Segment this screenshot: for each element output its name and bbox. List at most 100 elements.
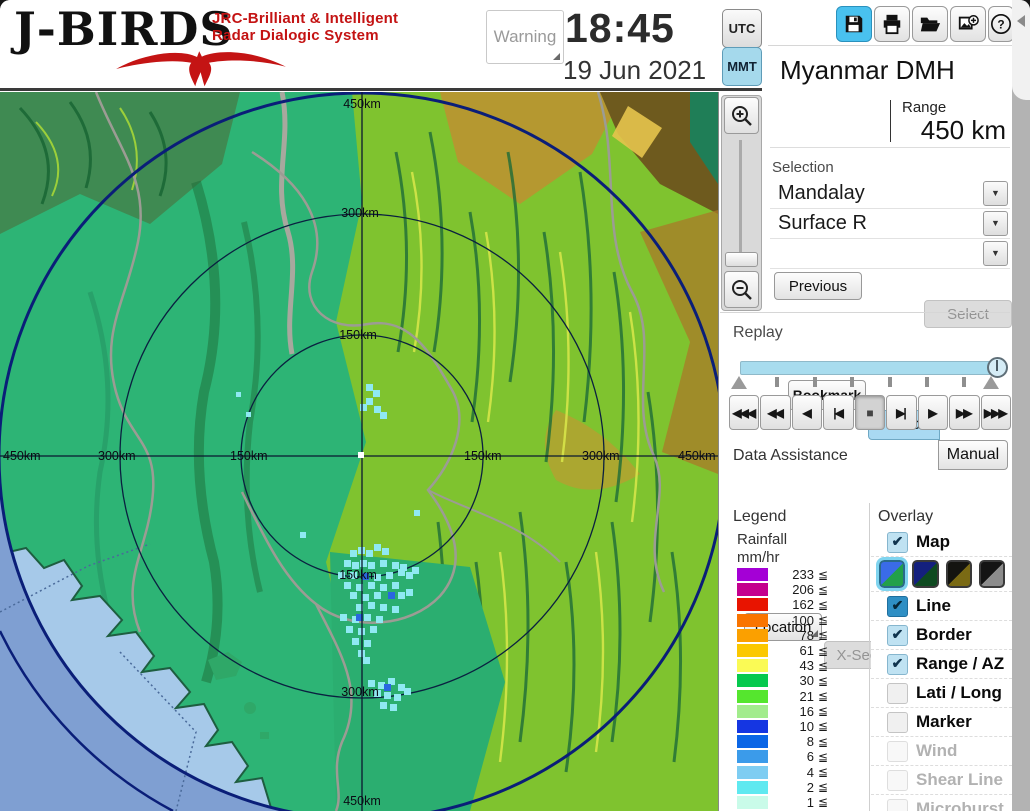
slider-tick — [775, 377, 779, 387]
select-product[interactable]: Surface R ▼ — [770, 208, 1010, 239]
stop-button[interactable]: ■ — [854, 395, 886, 430]
legend-suffix: ≦ — [818, 719, 829, 734]
legend-color-swatch — [737, 750, 768, 764]
checkbox-icon[interactable]: ✔ — [887, 653, 908, 675]
help-button[interactable]: ? — [988, 6, 1014, 42]
step-back-button[interactable]: |◀ — [823, 395, 854, 430]
range-ring-label: 150km — [339, 328, 377, 342]
legend-suffix: ≦ — [818, 704, 829, 719]
legend-color-swatch — [737, 628, 768, 642]
checkbox-icon[interactable]: ✔ — [887, 531, 908, 553]
slider-start-marker[interactable] — [731, 376, 747, 389]
overlay-item-border[interactable]: ✔ Border — [871, 620, 1012, 649]
overlay-item-map[interactable]: ✔ Map — [871, 528, 1012, 556]
play-reverse-button[interactable]: ◀ — [791, 395, 823, 430]
overlay-item-line[interactable]: ✔ Line — [871, 591, 1012, 620]
chevron-down-icon[interactable]: ▼ — [983, 210, 1008, 236]
legend-color-swatch — [737, 765, 768, 779]
chevron-down-icon[interactable]: ▼ — [983, 180, 1008, 206]
overlay-item-label: Wind — [916, 741, 958, 760]
checkbox-icon[interactable] — [887, 740, 908, 762]
select-site-value: Mandalay — [778, 181, 865, 204]
replay-slider-handle[interactable] — [987, 357, 1008, 378]
overlay-item-marker[interactable]: Marker — [871, 707, 1012, 736]
zoom-slider-track[interactable] — [739, 140, 742, 252]
legend-value: 6 — [806, 749, 814, 765]
overlay-item-label: Marker — [916, 712, 972, 731]
range-ring-label: 300km — [341, 685, 379, 699]
checkbox-icon[interactable] — [887, 798, 908, 811]
legend-suffix: ≦ — [818, 597, 829, 612]
legend-row: 10 ≦ — [737, 719, 837, 734]
checkbox-icon[interactable]: ✔ — [887, 624, 908, 646]
select-extra[interactable]: ▼ — [770, 238, 1010, 269]
chevron-down-icon[interactable]: ▼ — [983, 240, 1008, 266]
legend-title-1: Rainfall — [737, 531, 788, 548]
legend-value: 2 — [806, 779, 814, 795]
previous-button[interactable]: Previous — [774, 272, 862, 300]
checkbox-icon[interactable]: ✔ — [887, 595, 908, 617]
save-button[interactable] — [836, 6, 872, 42]
warning-button[interactable]: Warning — [486, 10, 564, 64]
slider-end-marker[interactable] — [983, 376, 999, 389]
play-button[interactable]: ▶ — [917, 395, 949, 430]
checkbox-icon[interactable] — [887, 711, 908, 733]
forward-fast-button[interactable]: ▶▶▶ — [980, 395, 1011, 430]
legend-row: 1 ≦ — [737, 795, 837, 810]
checkbox-icon[interactable] — [887, 682, 908, 704]
rewind-fast-button[interactable]: ◀◀◀ — [729, 395, 760, 430]
radar-map-canvas: 450km 300km 150km 150km 300km 450km 450km 300km… — [0, 92, 718, 811]
checkbox-icon[interactable] — [887, 769, 908, 791]
mmt-button[interactable]: MMT — [722, 47, 762, 86]
slider-tick — [813, 377, 817, 387]
select-button[interactable]: Select — [924, 300, 1012, 328]
legend-overlay-divider — [869, 503, 870, 811]
mmt-label: MMT — [727, 59, 757, 74]
open-file-button[interactable] — [912, 6, 948, 42]
overlay-item-shear-line[interactable]: Shear Line — [871, 765, 1012, 794]
legend-value: 43 — [799, 658, 814, 674]
forward-button[interactable]: ▶▶ — [949, 395, 980, 430]
eagle-icon — [116, 51, 286, 87]
previous-label: Previous — [788, 277, 848, 295]
range-label: Range — [902, 99, 947, 116]
selection-label: Selection — [772, 159, 834, 176]
panel-scroll-strip[interactable] — [1012, 0, 1030, 811]
legend-row: 100 ≦ — [737, 613, 837, 628]
map-style-dark-button[interactable] — [912, 560, 939, 588]
overlay-list: ✔ Map ✔ Line ✔ Border ✔ Range / AZ Lati / Long Ma… — [871, 528, 1012, 811]
range-ring-label: 300km — [98, 449, 136, 463]
legend-scale: 233 ≦ 206 ≦ 162 ≦ 100 ≦ 78 ≦ 61 ≦ 43 ≦ 30 ≦ 21 ≦ 16 ≦ 10 ≦ 8 ≦ 6… — [737, 567, 837, 810]
overlay-item-wind[interactable]: Wind — [871, 736, 1012, 765]
map-style-olive-button[interactable] — [945, 560, 972, 588]
map-style-gray-button[interactable] — [978, 560, 1005, 588]
map-style-color-button[interactable] — [875, 557, 909, 591]
overlay-item-microburst[interactable]: Microburst — [871, 794, 1012, 811]
manual-button[interactable]: Manual — [938, 440, 1008, 470]
zoom-slider-thumb[interactable] — [725, 252, 758, 267]
print-button[interactable] — [874, 6, 910, 42]
step-forward-button[interactable]: ▶| — [886, 395, 917, 430]
rewind-button[interactable]: ◀◀ — [760, 395, 791, 430]
capture-button[interactable] — [950, 6, 986, 42]
replay-slider-track[interactable] — [740, 361, 1004, 375]
overlay-item-lati-long[interactable]: Lati / Long — [871, 678, 1012, 707]
legend-value: 1 — [806, 794, 814, 810]
zoom-out-button[interactable] — [724, 271, 759, 308]
legend-value: 233 — [792, 567, 814, 583]
slider-tick — [962, 377, 966, 387]
utc-button[interactable]: UTC — [722, 9, 762, 48]
legend-color-swatch — [737, 583, 768, 597]
utc-label: UTC — [728, 21, 756, 36]
radar-map[interactable]: 450km 300km 150km 150km 300km 450km 450km 300km… — [0, 92, 719, 811]
help-icon: ? — [991, 14, 1011, 34]
legend-suffix: ≦ — [818, 795, 829, 810]
legend-row: 8 ≦ — [737, 734, 837, 749]
overlay-item-label: Map — [916, 532, 950, 551]
legend-color-swatch — [737, 689, 768, 703]
zoom-in-button[interactable] — [724, 97, 759, 134]
legend-color-swatch — [737, 780, 768, 794]
overlay-item-range-az[interactable]: ✔ Range / AZ — [871, 649, 1012, 678]
select-site[interactable]: Mandalay ▼ — [770, 178, 1010, 209]
svg-text:?: ? — [997, 18, 1004, 32]
